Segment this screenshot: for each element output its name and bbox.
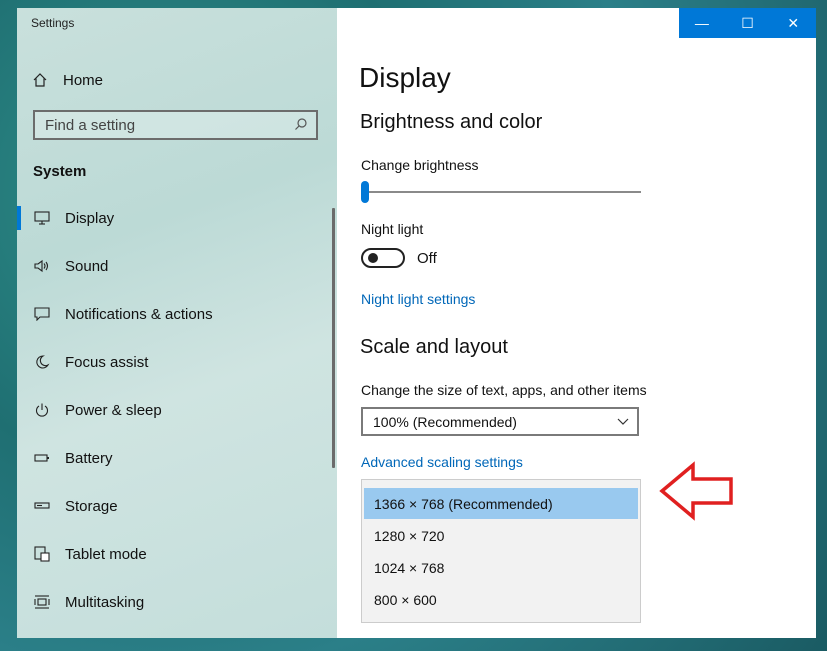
home-link[interactable]: Home <box>31 68 103 92</box>
scale-label: Change the size of text, apps, and other… <box>361 382 647 398</box>
sidebar-item-display[interactable]: Display <box>17 194 337 242</box>
resolution-option[interactable]: 1024 × 768 <box>364 552 638 583</box>
red-arrow-annotation-icon <box>659 461 733 521</box>
maximize-button[interactable]: ☐ <box>725 8 771 38</box>
title-bar-controls: — ☐ ✕ <box>679 8 816 38</box>
close-button[interactable]: ✕ <box>770 8 816 38</box>
scale-dropdown[interactable]: 100% (Recommended) <box>361 407 639 436</box>
resolution-dropdown-list: 1366 × 768 (Recommended) 1280 × 720 1024… <box>361 479 641 623</box>
sidebar-item-storage[interactable]: Storage <box>17 482 337 530</box>
sidebar-item-sound[interactable]: Sound <box>17 242 337 290</box>
moon-icon <box>33 353 51 371</box>
brightness-label: Change brightness <box>361 157 479 173</box>
power-icon <box>33 401 51 419</box>
sidebar-item-label: Storage <box>65 497 118 515</box>
brightness-slider-track[interactable] <box>361 191 641 193</box>
minimize-button[interactable]: — <box>679 8 725 38</box>
scale-section-heading: Scale and layout <box>360 336 508 358</box>
speaker-icon <box>33 257 51 275</box>
sidebar-item-label: Power & sleep <box>65 401 162 419</box>
sidebar-item-multitasking[interactable]: Multitasking <box>17 578 337 626</box>
window-title: Settings <box>31 16 75 30</box>
main-content: — ☐ ✕ Display Brightness and color Chang… <box>337 8 816 638</box>
sidebar-item-notifications[interactable]: Notifications & actions <box>17 290 337 338</box>
sidebar-scrollbar[interactable] <box>332 208 335 468</box>
battery-icon <box>33 449 51 467</box>
brightness-section-heading: Brightness and color <box>360 111 543 133</box>
sidebar: Settings Home Find a setting System Disp… <box>17 8 337 638</box>
night-light-toggle[interactable] <box>361 248 405 268</box>
sidebar-item-label: Multitasking <box>65 593 145 611</box>
scale-value: 100% (Recommended) <box>373 413 517 430</box>
chevron-down-icon <box>617 415 629 429</box>
night-light-label: Night light <box>361 221 424 237</box>
sidebar-item-label: Sound <box>65 257 109 275</box>
toggle-knob <box>368 253 378 263</box>
sidebar-nav: Display Sound Notifications & actions Fo… <box>17 194 337 626</box>
home-label: Home <box>63 71 104 89</box>
resolution-option[interactable]: 1366 × 768 (Recommended) <box>364 488 638 519</box>
sidebar-item-battery[interactable]: Battery <box>17 434 337 482</box>
page-title: Display <box>359 62 451 93</box>
storage-icon <box>33 497 51 515</box>
resolution-option[interactable]: 1280 × 720 <box>364 520 638 551</box>
sidebar-item-label: Battery <box>65 449 113 467</box>
notification-icon <box>33 305 51 323</box>
system-heading: System <box>33 163 87 180</box>
sidebar-item-label: Display <box>65 209 115 227</box>
night-light-settings-link[interactable]: Night light settings <box>361 291 475 307</box>
sidebar-item-label: Tablet mode <box>65 545 147 563</box>
settings-window: Settings Home Find a setting System Disp… <box>17 8 816 638</box>
search-icon <box>294 117 308 134</box>
sidebar-item-focus-assist[interactable]: Focus assist <box>17 338 337 386</box>
home-icon <box>31 71 49 89</box>
search-input[interactable]: Find a setting <box>33 110 318 140</box>
monitor-icon <box>33 209 51 227</box>
sidebar-item-label: Focus assist <box>65 353 149 371</box>
resolution-option[interactable]: 800 × 600 <box>364 584 638 615</box>
search-placeholder: Find a setting <box>45 116 136 134</box>
sidebar-item-power-sleep[interactable]: Power & sleep <box>17 386 337 434</box>
brightness-slider-thumb[interactable] <box>361 181 369 203</box>
multitasking-icon <box>33 593 51 611</box>
sidebar-item-label: Notifications & actions <box>65 305 213 323</box>
sidebar-item-tablet-mode[interactable]: Tablet mode <box>17 530 337 578</box>
tablet-icon <box>33 545 51 563</box>
night-light-state: Off <box>417 250 437 267</box>
advanced-scaling-link[interactable]: Advanced scaling settings <box>361 454 523 470</box>
